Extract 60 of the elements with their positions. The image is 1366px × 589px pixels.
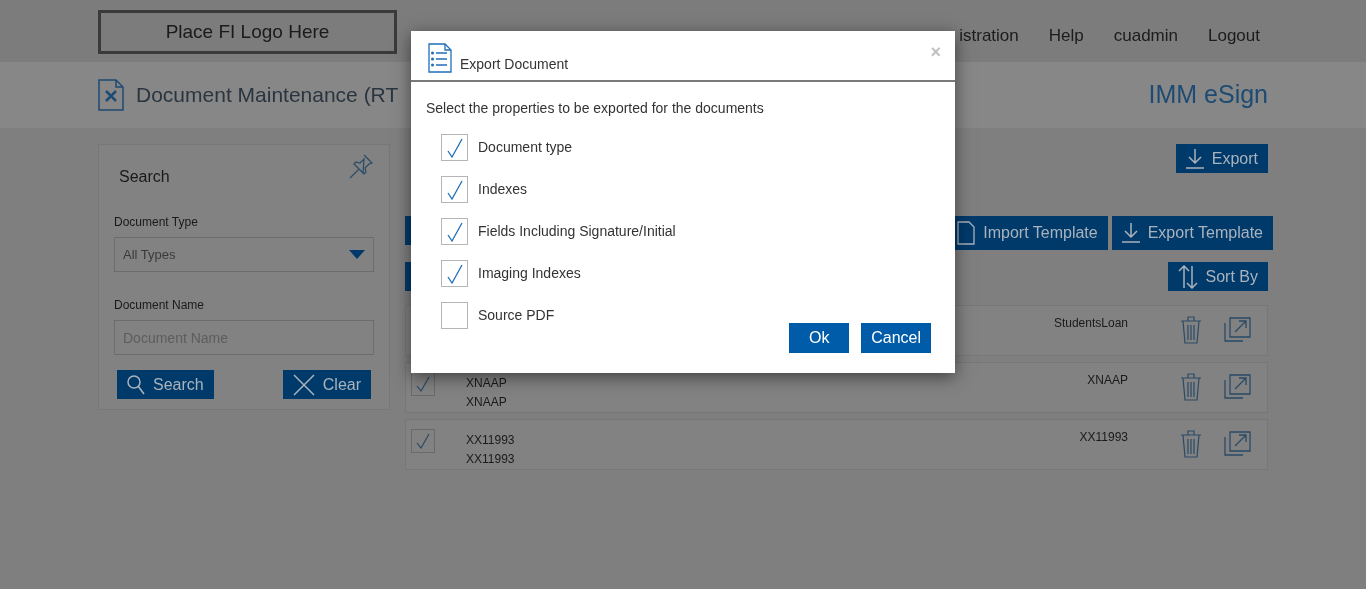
dialog-title: Export Document: [460, 55, 569, 74]
option-checkbox[interactable]: [441, 134, 468, 161]
check-icon: [446, 263, 463, 284]
option-label: Document type: [478, 138, 573, 157]
check-icon: [416, 376, 430, 392]
clear-button[interactable]: Clear: [282, 370, 371, 399]
export-button[interactable]: Export: [1175, 144, 1268, 173]
trash-icon[interactable]: [1180, 316, 1202, 344]
search-icon: [127, 374, 145, 395]
option-label: Fields Including Signature/Initial: [478, 222, 676, 241]
open-external-icon[interactable]: [1224, 373, 1251, 399]
option-checkbox[interactable]: [441, 260, 468, 287]
page-title: Document Maintenance (RT: [136, 82, 399, 109]
download-icon: [1121, 223, 1140, 243]
nav-link[interactable]: Help: [1048, 23, 1084, 49]
document-type-select[interactable]: All Types: [114, 237, 374, 272]
document-name: XNAAP: [466, 375, 508, 392]
check-icon: [416, 433, 430, 449]
cancel-button[interactable]: Cancel: [861, 323, 931, 353]
search-button[interactable]: Search: [117, 370, 214, 399]
trash-icon[interactable]: [1180, 373, 1202, 401]
panel-title: Search: [119, 167, 170, 187]
option-checkbox[interactable]: [441, 176, 468, 203]
caret-icon: [349, 250, 365, 259]
document-type: XNAAP: [1087, 372, 1128, 389]
open-external-icon[interactable]: [1224, 430, 1251, 456]
ok-button[interactable]: Ok: [789, 323, 850, 353]
list-document-icon: [428, 43, 452, 73]
download-icon: [1185, 148, 1204, 169]
option-label: Imaging Indexes: [478, 264, 581, 283]
trash-icon[interactable]: [1180, 430, 1202, 458]
sort-icon: [1177, 264, 1198, 289]
export-template-button[interactable]: Export Template: [1111, 216, 1273, 250]
check-icon: [446, 137, 463, 158]
option-label: Source PDF: [478, 306, 555, 325]
check-icon: [446, 221, 463, 242]
document-description: XNAAP: [466, 394, 508, 411]
document-icon: [98, 79, 124, 111]
option-checkbox[interactable]: [441, 302, 468, 329]
check-icon: [446, 179, 463, 200]
document-icon: [957, 221, 976, 245]
document-type: StudentsLoan: [1053, 315, 1128, 332]
nav-link[interactable]: cuadmin: [1113, 23, 1178, 49]
nav-link[interactable]: istration: [959, 23, 1019, 49]
nav-link[interactable]: Logout: [1208, 23, 1260, 49]
open-external-icon[interactable]: [1224, 316, 1251, 342]
option-label: Indexes: [478, 180, 528, 199]
document-name: XX11993: [466, 432, 516, 449]
close-icon: [292, 373, 315, 396]
row-checkbox[interactable]: [411, 429, 435, 453]
document-description: XX11993: [466, 451, 516, 468]
field-label: Document Type: [114, 214, 199, 231]
document-type: XX11993: [1079, 429, 1128, 446]
sort-by-button[interactable]: Sort By: [1167, 262, 1268, 291]
option-checkbox[interactable]: [441, 218, 468, 245]
field-label: Document Name: [114, 297, 206, 314]
pin-icon[interactable]: [348, 153, 374, 179]
app-name: IMM eSign: [1148, 79, 1268, 111]
logo-text: Place FI Logo Here: [165, 19, 330, 44]
dialog-prompt: Select the properties to be exported for the documents: [426, 99, 765, 118]
